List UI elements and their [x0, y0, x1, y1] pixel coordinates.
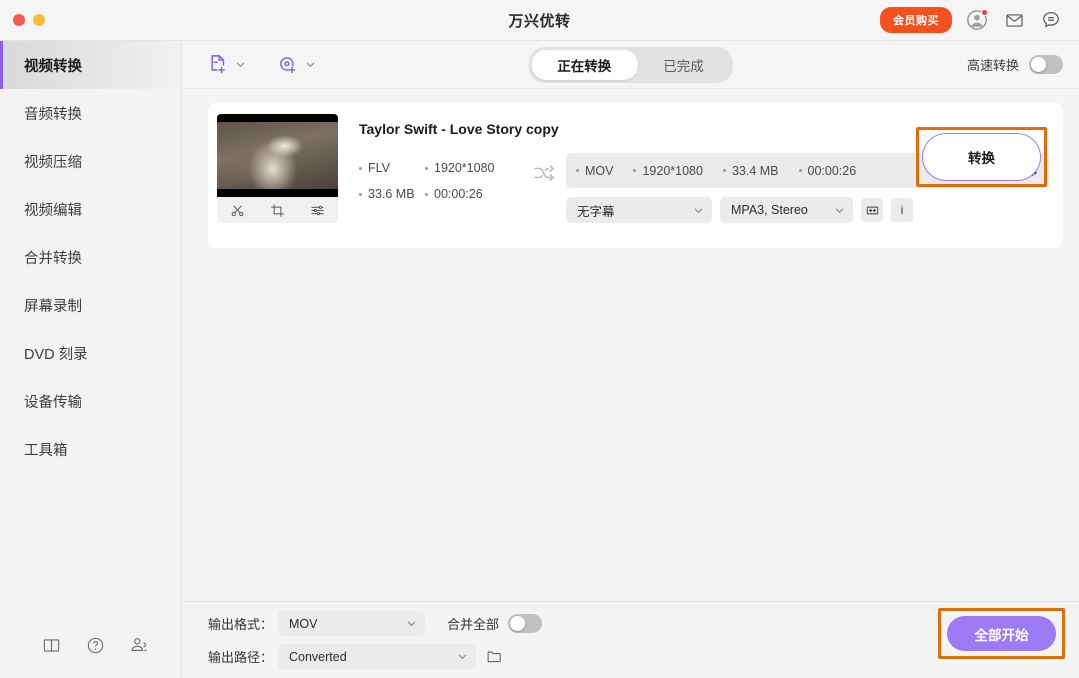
sidebar-item-video-convert[interactable]: 视频转换	[0, 41, 181, 89]
sidebar-item-dvd-burn[interactable]: DVD 刻录	[0, 329, 181, 377]
source-duration: 00:00:26	[425, 187, 525, 201]
target-options-row: 无字幕 MPA3, Stereo i	[566, 197, 1049, 223]
add-file-group	[206, 53, 246, 76]
audio-value: MPA3, Stereo	[731, 203, 808, 217]
book-icon[interactable]	[40, 634, 62, 656]
conversion-list: Taylor Swift - Love Story copy FLV 1920*…	[182, 89, 1079, 601]
shuffle-icon	[532, 153, 566, 190]
titlebar-actions: 会员购买	[880, 7, 1079, 33]
title-bar: 万兴优转 会员购买	[0, 0, 1079, 41]
output-format-row: 输出格式： MOV 合并全部	[208, 611, 543, 636]
sidebar-item-audio-convert[interactable]: 音频转换	[0, 89, 181, 137]
output-path-label: 输出路径：	[208, 650, 274, 665]
vip-purchase-button[interactable]: 会员购买	[880, 7, 952, 33]
main-toolbar: 正在转换 已完成 高速转换	[182, 41, 1079, 89]
close-button[interactable]	[13, 14, 25, 26]
sidebar-item-video-compress[interactable]: 视频压缩	[0, 137, 181, 185]
toggle-knob	[1031, 57, 1046, 72]
footer-bar: 输出格式： MOV 合并全部 输出路径： Converted 全部开始	[182, 601, 1079, 678]
tab-completed[interactable]: 已完成	[637, 50, 730, 80]
output-format-label: 输出格式：	[208, 617, 274, 632]
sidebar-item-video-edit[interactable]: 视频编辑	[0, 185, 181, 233]
sidebar-bottom-actions	[0, 634, 181, 678]
community-icon[interactable]	[128, 634, 150, 656]
high-speed-toggle[interactable]	[1029, 55, 1063, 74]
thumbnail-column	[217, 114, 339, 248]
avatar-icon[interactable]	[965, 8, 989, 32]
sidebar-nav: 视频转换 音频转换 视频压缩 视频编辑 合并转换 屏幕录制 DVD 刻录 设备传…	[0, 41, 181, 473]
sidebar-item-label: 音频转换	[24, 106, 82, 123]
convert-action: 转换	[916, 127, 1047, 187]
source-meta: FLV 1920*1080 33.6 MB 00:00:26	[359, 153, 532, 213]
sidebar-item-screen-record[interactable]: 屏幕录制	[0, 281, 181, 329]
main-panel: 正在转换 已完成 高速转换 Taylor Swift - Love Story …	[182, 41, 1079, 678]
subtitle-select[interactable]: 无字幕	[566, 197, 712, 223]
compress-icon[interactable]	[861, 198, 883, 222]
sidebar-item-label: 工具箱	[24, 442, 68, 459]
subtitle-value: 无字幕	[577, 204, 615, 219]
mail-icon[interactable]	[1002, 8, 1026, 32]
chevron-down-icon	[457, 651, 468, 662]
sidebar-item-label: DVD 刻录	[24, 346, 88, 363]
target-duration: 00:00:26	[799, 164, 857, 178]
sidebar-item-merge-convert[interactable]: 合并转换	[0, 233, 181, 281]
effects-icon[interactable]	[308, 200, 328, 220]
tab-converting[interactable]: 正在转换	[531, 49, 638, 80]
chevron-down-icon[interactable]	[305, 59, 316, 70]
target-size: 33.4 MB	[723, 164, 779, 178]
file-card: Taylor Swift - Love Story copy FLV 1920*…	[208, 103, 1063, 248]
sidebar-item-device-transfer[interactable]: 设备传输	[0, 377, 181, 425]
output-format-value: MOV	[289, 616, 318, 631]
high-speed-label: 高速转换	[966, 58, 1019, 73]
feedback-icon[interactable]	[1039, 8, 1063, 32]
video-thumbnail[interactable]	[217, 114, 338, 197]
toggle-knob	[510, 616, 526, 631]
audio-select[interactable]: MPA3, Stereo	[720, 197, 853, 223]
target-format: MOV	[576, 164, 613, 178]
high-speed-control: 高速转换	[967, 55, 1063, 74]
convert-button[interactable]: 转换	[922, 133, 1041, 181]
crop-icon[interactable]	[267, 200, 287, 220]
app-window: 万兴优转 会员购买 视频转换 音频转换 视频压缩 视频编辑 合并转换 屏幕录制 …	[0, 0, 1079, 678]
chevron-down-icon	[834, 205, 845, 216]
output-path-value: Converted	[289, 649, 347, 664]
notification-badge	[981, 9, 988, 16]
chevron-down-icon	[406, 618, 417, 629]
minimize-button[interactable]	[33, 14, 45, 26]
body: 视频转换 音频转换 视频压缩 视频编辑 合并转换 屏幕录制 DVD 刻录 设备传…	[0, 41, 1079, 678]
sidebar-item-label: 视频转换	[24, 58, 82, 75]
add-disc-group	[276, 53, 316, 76]
chevron-down-icon[interactable]	[235, 59, 246, 70]
output-path-select[interactable]: Converted	[278, 644, 476, 669]
sidebar-item-label: 屏幕录制	[24, 298, 82, 315]
merge-all-toggle[interactable]	[508, 614, 543, 633]
thumbnail-image	[217, 122, 338, 189]
sidebar-item-toolbox[interactable]: 工具箱	[0, 425, 181, 473]
add-file-icon[interactable]	[206, 53, 229, 76]
output-format-select[interactable]: MOV	[278, 611, 425, 636]
source-size: 33.6 MB	[359, 187, 425, 201]
trim-icon[interactable]	[227, 200, 247, 220]
sidebar: 视频转换 音频转换 视频压缩 视频编辑 合并转换 屏幕录制 DVD 刻录 设备传…	[0, 41, 182, 678]
output-path-row: 输出路径： Converted	[208, 644, 542, 669]
add-disc-icon[interactable]	[276, 53, 299, 76]
sidebar-item-label: 视频编辑	[24, 202, 82, 219]
sidebar-item-label: 视频压缩	[24, 154, 82, 171]
start-all-button[interactable]: 全部开始	[947, 616, 1056, 651]
thumbnail-toolbar	[217, 197, 338, 223]
info-icon[interactable]: i	[891, 198, 913, 222]
folder-icon[interactable]	[486, 648, 503, 665]
status-tabs: 正在转换 已完成	[528, 46, 733, 83]
sidebar-item-label: 设备传输	[24, 394, 82, 411]
target-resolution: 1920*1080	[633, 164, 702, 178]
output-settings: 输出格式： MOV 合并全部 输出路径： Converted	[208, 611, 543, 669]
sidebar-item-label: 合并转换	[24, 250, 82, 267]
source-resolution: 1920*1080	[425, 161, 525, 175]
merge-all-label: 合并全部	[447, 617, 500, 632]
help-icon[interactable]	[84, 634, 106, 656]
chevron-down-icon	[693, 205, 704, 216]
start-all-action: 全部开始	[938, 608, 1065, 659]
source-format: FLV	[359, 161, 425, 175]
window-controls	[0, 14, 45, 26]
